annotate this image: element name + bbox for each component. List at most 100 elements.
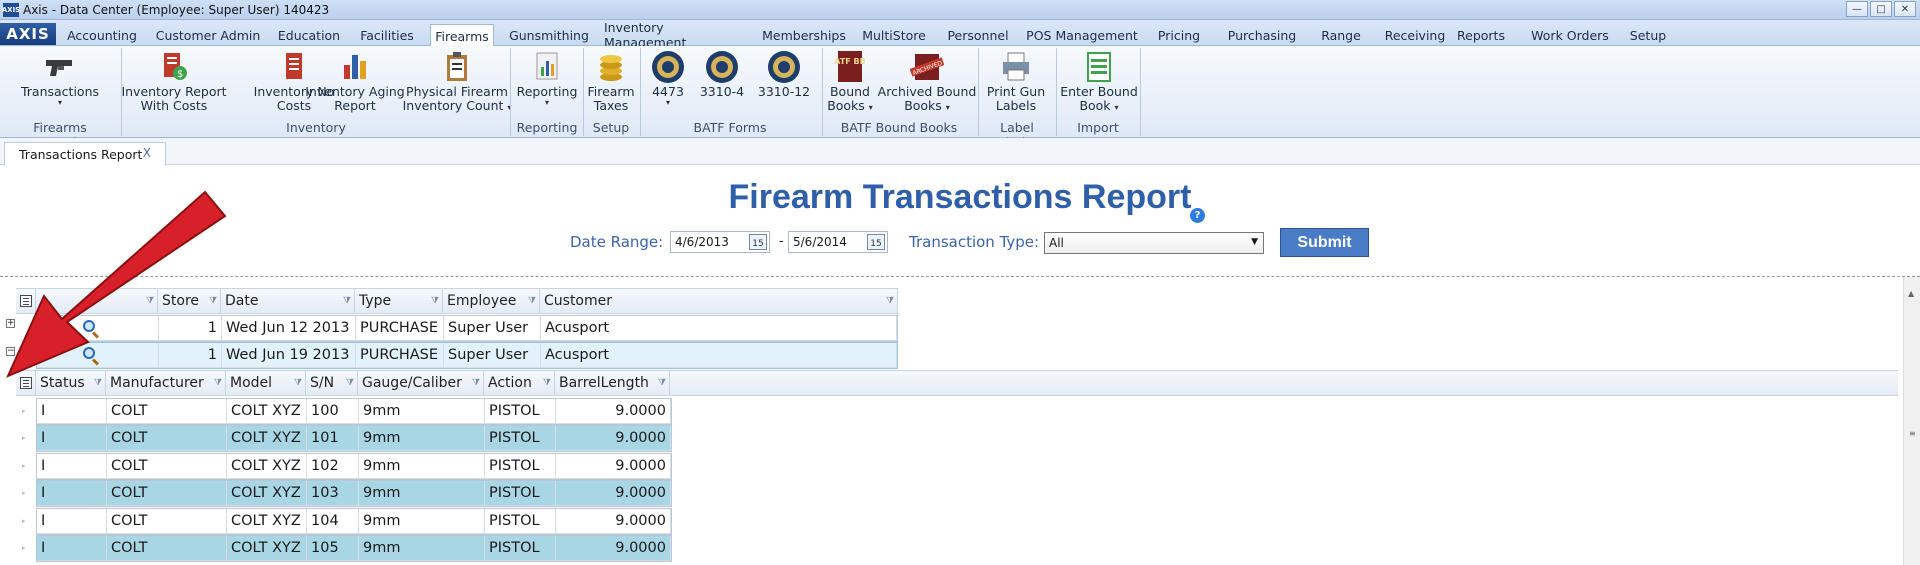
tab-accounting[interactable]: Accounting <box>64 24 140 46</box>
tab-customer-admin[interactable]: Customer Admin <box>152 24 264 46</box>
tab-memberships[interactable]: Memberships <box>754 24 854 46</box>
tab-transactions-report[interactable]: Transactions Report X <box>4 142 166 166</box>
tab-multistore[interactable]: MultiStore <box>860 24 928 46</box>
tab-personnel[interactable]: Personnel <box>940 24 1016 46</box>
filter-icon[interactable]: ⧩ <box>886 296 894 306</box>
calendar-icon[interactable]: 15 <box>867 234 885 250</box>
cell-gauge: 9mm <box>359 399 485 424</box>
archived-bound-books-button[interactable]: ARCHIVED Archived Bound Books ▾ <box>878 50 976 113</box>
inventory-aging-report-button[interactable]: Inventory Aging Report <box>305 50 405 113</box>
tab-work-orders[interactable]: Work Orders <box>1520 24 1620 46</box>
column-header-barrel-length[interactable]: BarrelLength ⧩ <box>555 371 670 395</box>
column-header-employee[interactable]: Employee ⧩ <box>443 289 540 313</box>
form-3310-4-button[interactable]: 3310-4 <box>700 50 744 99</box>
table-row[interactable]: I COLT COLT XYZ 105 9mm PISTOL 9.0000 <box>36 535 672 562</box>
help-icon[interactable]: ? <box>1190 208 1205 223</box>
scroll-up-icon[interactable]: ▲ <box>1908 289 1914 298</box>
cell-barrel-length: 9.0000 <box>556 399 671 424</box>
tab-facilities[interactable]: Facilities <box>354 24 420 46</box>
chart-report-icon <box>530 50 564 84</box>
group-separator <box>510 48 511 136</box>
table-row[interactable]: I COLT COLT XYZ 101 9mm PISTOL 9.0000 <box>36 425 672 453</box>
date-from-field[interactable]: 4/6/2013 15 <box>670 231 770 253</box>
chevron-down-icon: ▾ <box>868 103 873 112</box>
cell-gauge: 9mm <box>359 481 485 507</box>
reporting-button[interactable]: Reporting ▾ <box>514 50 580 107</box>
close-tab-icon[interactable]: X <box>143 146 151 160</box>
tab-pos-management[interactable]: POS Management <box>1026 24 1138 46</box>
cell-gauge: 9mm <box>359 508 485 534</box>
maximize-button[interactable]: □ <box>1870 1 1892 17</box>
tab-purchasing[interactable]: Purchasing <box>1218 24 1306 46</box>
bar-report-icon <box>338 50 372 84</box>
calendar-icon[interactable]: 15 <box>749 234 767 250</box>
group-label-inventory: Inventory <box>286 120 346 135</box>
seal-icon <box>767 50 801 84</box>
table-row[interactable]: I COLT COLT XYZ 104 9mm PISTOL 9.0000 <box>36 507 672 535</box>
cell-action: PISTOL <box>485 481 556 507</box>
close-button[interactable]: ✕ <box>1894 1 1916 17</box>
transaction-type-select[interactable]: All ▼ <box>1044 232 1264 254</box>
row-indicator-icon: ▸ <box>22 434 26 443</box>
chevron-down-icon: ▾ <box>665 98 670 107</box>
tab-firearms[interactable]: Firearms <box>430 24 494 47</box>
cell-barrel-length: 9.0000 <box>556 481 671 507</box>
column-header-gauge-caliber[interactable]: Gauge/Caliber ⧩ <box>358 371 484 395</box>
tab-reports[interactable]: Reports <box>1454 24 1508 46</box>
cell-sn: 101 <box>307 426 359 452</box>
inventory-report-with-costs-button[interactable]: $ Inventory Report With Costs <box>121 50 227 113</box>
cell-status: I <box>37 536 107 561</box>
cell-barrel-length: 9.0000 <box>556 508 671 534</box>
date-to-field[interactable]: 5/6/2014 15 <box>788 231 888 253</box>
tab-pricing[interactable]: Pricing <box>1150 24 1208 46</box>
seal-icon <box>651 50 685 84</box>
atf-book-icon: ATF BB <box>833 50 867 84</box>
transactions-button[interactable]: Transactions ▾ <box>21 50 99 107</box>
cell-status: I <box>37 453 107 479</box>
print-gun-labels-button[interactable]: Print Gun Labels <box>982 50 1050 113</box>
column-header-type[interactable]: Type ⧩ <box>355 289 443 313</box>
column-header-sn[interactable]: S/N ⧩ <box>306 371 358 395</box>
submit-button[interactable]: Submit <box>1280 228 1369 257</box>
tab-education[interactable]: Education <box>274 24 344 46</box>
axis-logo[interactable]: AXIS <box>0 23 56 45</box>
cell-status: I <box>37 426 107 452</box>
group-label-batf-forms: BATF Forms <box>693 120 767 135</box>
cell-sn: 100 <box>307 399 359 424</box>
form-4473-button[interactable]: 4473 ▾ <box>646 50 690 107</box>
minimize-button[interactable]: — <box>1846 1 1868 17</box>
enter-bound-book-button[interactable]: Enter Bound Book ▾ <box>1060 50 1138 113</box>
table-row[interactable]: I COLT COLT XYZ 103 9mm PISTOL 9.0000 <box>36 480 672 508</box>
row-indicator-icon: ▸ <box>22 516 26 525</box>
page-title: Firearm Transactions Report <box>728 178 1192 216</box>
group-separator <box>822 48 823 136</box>
filter-icon[interactable]: ⧩ <box>346 378 354 388</box>
physical-firearm-inventory-count-button[interactable]: Physical FirearmInventory Count ▾ <box>403 50 511 113</box>
cell-manufacturer: COLT <box>107 536 227 561</box>
cell-model: COLT XYZ <box>227 508 307 534</box>
cell-sn: 103 <box>307 481 359 507</box>
svg-text:$: $ <box>177 69 183 80</box>
filter-icon[interactable]: ⧩ <box>528 296 536 306</box>
filter-icon[interactable]: ⧩ <box>343 296 351 306</box>
scroll-grip-icon[interactable]: ≡ <box>1909 429 1916 438</box>
column-header-action[interactable]: Action ⧩ <box>484 371 555 395</box>
cell-gauge: 9mm <box>359 426 485 452</box>
tab-inventory-management[interactable]: Inventory Management <box>604 20 744 50</box>
filter-icon[interactable]: ⧩ <box>431 296 439 306</box>
tab-setup[interactable]: Setup <box>1624 24 1672 46</box>
filter-icon[interactable]: ⧩ <box>472 378 480 388</box>
filter-icon[interactable]: ⧩ <box>658 378 666 388</box>
filter-icon[interactable]: ⧩ <box>294 378 302 388</box>
bound-books-button[interactable]: ATF BB Bound Books ▾ <box>826 50 874 113</box>
table-row[interactable]: I COLT COLT XYZ 102 9mm PISTOL 9.0000 <box>36 452 672 480</box>
tab-gunsmithing[interactable]: Gunsmithing <box>504 24 594 46</box>
chevron-down-icon: ▼ <box>1251 237 1258 247</box>
form-3310-12-button[interactable]: 3310-12 <box>758 50 810 99</box>
filter-icon[interactable]: ⧩ <box>543 378 551 388</box>
tab-range[interactable]: Range <box>1316 24 1366 46</box>
column-header-customer[interactable]: Customer ⧩ <box>540 289 898 313</box>
firearm-taxes-button[interactable]: Firearm Taxes <box>586 50 636 113</box>
tab-receiving[interactable]: Receiving <box>1374 24 1456 46</box>
vertical-scrollbar[interactable]: ▲ ≡ <box>1903 277 1920 565</box>
